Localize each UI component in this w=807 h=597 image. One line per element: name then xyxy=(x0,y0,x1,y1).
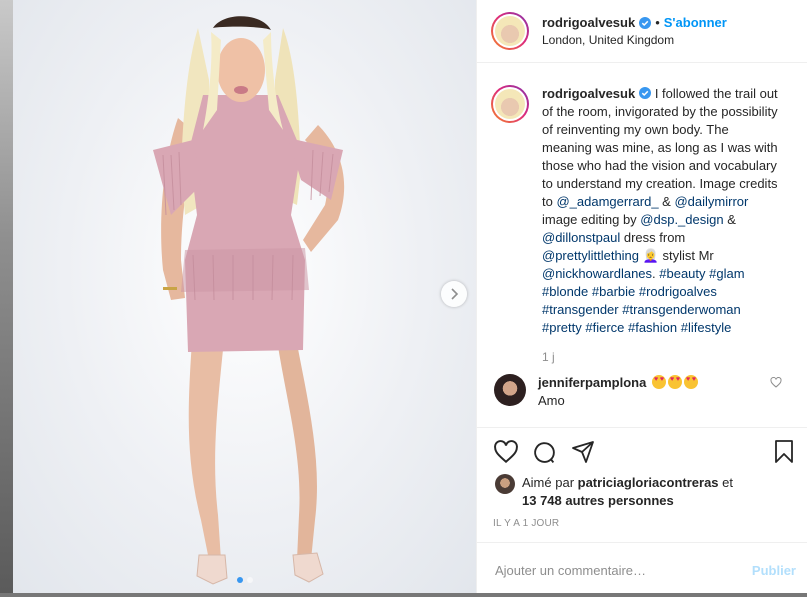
share-icon[interactable] xyxy=(571,440,595,464)
likes-prefix: Aimé par xyxy=(522,475,578,490)
comment-item: jenniferpamplona Amo xyxy=(477,364,807,410)
hashtag-links[interactable]: #pretty #fierce #fashion #lifestyle xyxy=(542,320,731,335)
separator-dot: • xyxy=(655,15,660,30)
publish-button[interactable]: Publier xyxy=(752,563,796,578)
page-backdrop xyxy=(0,0,13,597)
small-heart-icon[interactable] xyxy=(770,377,782,388)
add-comment-form: Publier xyxy=(477,542,807,597)
post-header: rodrigoalvesuk • S'abonner London, Unite… xyxy=(477,0,807,63)
commenter-avatar[interactable] xyxy=(494,374,526,406)
liker-username-link[interactable]: patriciagloriacontreras xyxy=(578,475,719,490)
caption-body-text: & xyxy=(723,212,736,227)
commenter-username-link[interactable]: jenniferpamplona xyxy=(538,375,646,390)
comments-section[interactable]: rodrigoalvesuk I followed the trail out … xyxy=(477,63,807,427)
caption-username-link[interactable]: rodrigoalvesuk xyxy=(542,86,635,101)
carousel-dot xyxy=(236,577,243,583)
heart-eyes-emoji xyxy=(651,375,666,389)
caption-body-text: stylist Mr xyxy=(658,248,714,263)
liker-avatar[interactable] xyxy=(495,474,515,494)
bookmark-icon[interactable] xyxy=(774,440,794,464)
comment-icon[interactable] xyxy=(532,440,557,465)
carousel-indicator xyxy=(13,577,476,583)
caption-author-avatar[interactable] xyxy=(491,85,529,123)
comment-text: Amo xyxy=(538,393,565,408)
caption-text: rodrigoalvesuk I followed the trail out … xyxy=(542,85,780,337)
comment-input[interactable] xyxy=(493,561,752,579)
post-actions: Aimé par patriciagloriacontreras et 13 7… xyxy=(477,427,807,597)
mention-link[interactable]: @nickhowardlanes xyxy=(542,266,652,281)
post-details-panel: rodrigoalvesuk • S'abonner London, Unite… xyxy=(476,0,807,597)
hashtag-links[interactable]: #transgender #transgenderwoman xyxy=(542,302,741,317)
post-caption: rodrigoalvesuk I followed the trail out … xyxy=(477,63,807,337)
carousel-dot xyxy=(246,577,253,583)
carousel-next-button[interactable] xyxy=(441,281,467,307)
model-illustration xyxy=(153,16,345,585)
heart-eyes-emoji xyxy=(667,375,682,389)
caption-timestamp[interactable]: 1 j xyxy=(542,350,807,364)
woman-white-hair-emoji: 👩‍🦳 xyxy=(642,248,659,263)
caption-body-text: & xyxy=(658,194,675,209)
heart-eyes-emoji xyxy=(683,375,698,389)
likes-count-link[interactable]: 13 748 autres personnes xyxy=(522,493,674,508)
mention-link[interactable]: @dsp._design xyxy=(640,212,723,227)
mention-link[interactable]: @prettylittlething xyxy=(542,248,639,263)
caption-body-text: I followed the trail out of the room, in… xyxy=(542,86,778,209)
likes-connector: et xyxy=(718,475,733,490)
post-photo[interactable] xyxy=(13,0,476,597)
verified-icon xyxy=(639,87,652,99)
hashtag-links[interactable]: #blonde #barbie #rodrigoalves xyxy=(542,284,717,299)
post-timestamp[interactable]: IL Y A 1 JOUR xyxy=(477,510,807,529)
chevron-right-icon xyxy=(451,288,459,300)
author-avatar[interactable] xyxy=(491,12,529,50)
verified-icon xyxy=(639,16,652,29)
mention-link[interactable]: @_adamgerrard_ xyxy=(556,194,658,209)
page-bottom-edge xyxy=(0,593,807,597)
caption-body-text: dress from xyxy=(620,230,686,245)
follow-button[interactable]: S'abonner xyxy=(664,15,727,30)
author-username-link[interactable]: rodrigoalvesuk xyxy=(542,15,635,30)
likes-summary: Aimé par patriciagloriacontreras et 13 7… xyxy=(477,474,807,510)
mention-link[interactable]: @dillonstpaul xyxy=(542,230,620,245)
caption-body-text: image editing by xyxy=(542,212,641,227)
post-modal: rodrigoalvesuk • S'abonner London, Unite… xyxy=(13,0,807,597)
heart-icon[interactable] xyxy=(493,440,519,464)
location-link[interactable]: London, United Kingdom xyxy=(542,33,727,47)
hashtag-links[interactable]: #beauty #glam xyxy=(659,266,744,281)
mention-link[interactable]: @dailymirror xyxy=(674,194,748,209)
